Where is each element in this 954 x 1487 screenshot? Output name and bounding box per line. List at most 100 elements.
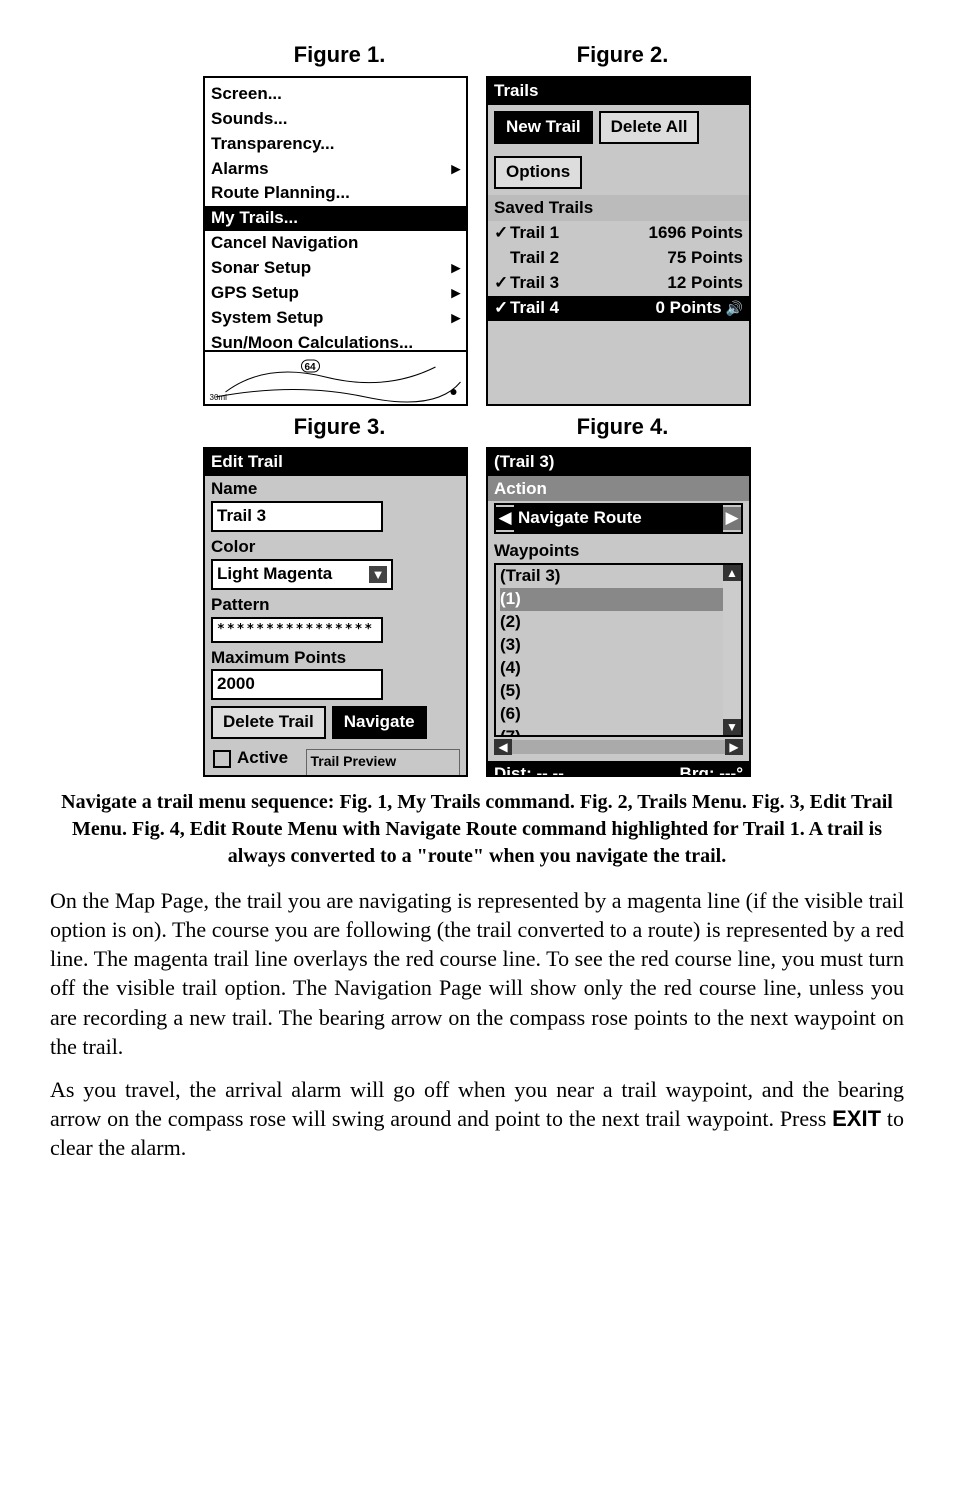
scroll-right-icon: ▶ bbox=[725, 739, 743, 755]
figure1-label: Figure 1. bbox=[207, 40, 472, 70]
menu-item-label: System Setup bbox=[211, 307, 323, 330]
waypoints-label: Waypoints bbox=[488, 538, 749, 563]
visible-checkbox-row[interactable]: Visible bbox=[205, 772, 300, 777]
menu-item[interactable]: Screen... bbox=[205, 82, 466, 107]
submenu-arrow-icon: ▸ bbox=[451, 158, 460, 181]
horizontal-scrollbar[interactable]: ◀ ▶ bbox=[494, 739, 743, 755]
route-status-bar: Dist: --.-- Brg: ---° bbox=[488, 761, 749, 777]
trail-preview-box: Trail Preview bbox=[306, 749, 461, 777]
pattern-field[interactable]: **************** bbox=[211, 617, 383, 643]
waypoint-item[interactable]: (4) bbox=[500, 657, 741, 680]
menu-item-label: Cancel Navigation bbox=[211, 232, 358, 255]
menu-item[interactable]: Alarms ▸ bbox=[205, 157, 466, 182]
waypoint-list-box: (Trail 3)(1)(2)(3)(4)(5)(6)(7)(8)(9) ▲ ▼ bbox=[494, 563, 743, 737]
menu-item-label: Sonar Setup bbox=[211, 257, 311, 280]
scroll-track bbox=[512, 740, 725, 754]
checkbox-checked-icon bbox=[213, 777, 231, 778]
new-trail-button[interactable]: New Trail bbox=[494, 111, 593, 144]
trail-points: 12 Points bbox=[667, 272, 743, 295]
menu-item-label: My Trails... bbox=[211, 207, 298, 230]
name-value: Trail 3 bbox=[217, 505, 266, 528]
chevron-left-icon: ◀ bbox=[496, 507, 514, 530]
waypoint-item[interactable]: (3) bbox=[500, 634, 741, 657]
edit-trail-title: Edit Trail bbox=[205, 449, 466, 476]
body-paragraph-2: As you travel, the arrival alarm will go… bbox=[50, 1075, 904, 1162]
scroll-left-icon: ◀ bbox=[494, 739, 512, 755]
checkbox-unchecked-icon bbox=[213, 750, 231, 768]
check-icon: ✓ bbox=[494, 222, 510, 245]
route-title: (Trail 3) bbox=[488, 449, 749, 476]
delete-all-button[interactable]: Delete All bbox=[599, 111, 700, 144]
color-label: Color bbox=[205, 534, 466, 559]
waypoint-item[interactable]: (1) bbox=[500, 588, 741, 611]
figure1-panel: Screen...Sounds...Transparency...Alarms ▸… bbox=[203, 76, 468, 406]
max-points-value: 2000 bbox=[217, 673, 255, 696]
trail-name: Trail 3 bbox=[510, 272, 667, 295]
action-select[interactable]: ◀ Navigate Route ▶ bbox=[494, 503, 743, 534]
waypoint-item[interactable]: (2) bbox=[500, 611, 741, 634]
vertical-scrollbar[interactable]: ▲ ▼ bbox=[723, 565, 741, 735]
trail-name: Trail 4 bbox=[510, 297, 655, 320]
menu-item-label: Screen... bbox=[211, 83, 282, 106]
trail-row[interactable]: ✓Trail 40 Points🔊 bbox=[488, 296, 749, 321]
trail-row[interactable]: Trail 275 Points bbox=[488, 246, 749, 271]
menu-item[interactable]: System Setup ▸ bbox=[205, 306, 466, 331]
menu-item-label: GPS Setup bbox=[211, 282, 299, 305]
bearing-readout: Brg: ---° bbox=[680, 763, 743, 777]
check-icon: ✓ bbox=[494, 272, 510, 295]
saved-trail-list: ✓Trail 11696 PointsTrail 275 Points✓Trai… bbox=[488, 221, 749, 321]
pattern-label: Pattern bbox=[205, 592, 466, 617]
check-icon: ✓ bbox=[494, 297, 510, 320]
color-select[interactable]: Light Magenta▼ bbox=[211, 559, 393, 590]
active-label: Active bbox=[237, 747, 288, 770]
navigate-button[interactable]: Navigate bbox=[332, 706, 427, 739]
trails-title: Trails bbox=[488, 78, 749, 105]
submenu-arrow-icon: ▸ bbox=[451, 257, 460, 280]
menu-item[interactable]: GPS Setup▸ bbox=[205, 281, 466, 306]
trail-preview-label: Trail Preview bbox=[311, 752, 456, 771]
speaker-icon: 🔊 bbox=[726, 299, 743, 318]
menu-item-label: Alarms bbox=[211, 158, 269, 181]
menu-item-label: Transparency... bbox=[211, 133, 334, 156]
max-points-label: Maximum Points bbox=[205, 645, 466, 670]
menu-item[interactable]: Sounds... bbox=[205, 107, 466, 132]
visible-label: Visible bbox=[237, 774, 292, 777]
active-checkbox-row[interactable]: Active bbox=[205, 745, 300, 772]
name-label: Name bbox=[205, 476, 466, 501]
figure3-label: Figure 3. bbox=[207, 412, 472, 442]
menu-item-label: Sounds... bbox=[211, 108, 288, 131]
menu-item[interactable]: My Trails... bbox=[205, 206, 466, 231]
name-field[interactable]: Trail 3 bbox=[211, 501, 383, 532]
waypoint-list-header: (Trail 3) bbox=[500, 565, 741, 588]
dist-readout: Dist: --.-- bbox=[494, 763, 564, 777]
saved-trails-label: Saved Trails bbox=[488, 195, 749, 222]
action-value: Navigate Route bbox=[514, 505, 723, 532]
waypoint-item[interactable]: (7) bbox=[500, 726, 741, 737]
scroll-up-icon: ▲ bbox=[723, 565, 741, 581]
menu-item[interactable]: Cancel Navigation bbox=[205, 231, 466, 256]
waypoint-list[interactable]: (Trail 3)(1)(2)(3)(4)(5)(6)(7)(8)(9) bbox=[496, 565, 741, 737]
trail-points: 75 Points bbox=[667, 247, 743, 270]
figure4-label: Figure 4. bbox=[490, 412, 755, 442]
chevron-down-icon: ▼ bbox=[369, 566, 387, 584]
delete-trail-button[interactable]: Delete Trail bbox=[211, 706, 326, 739]
trail-row[interactable]: ✓Trail 11696 Points bbox=[488, 221, 749, 246]
trail-points: 1696 Points bbox=[649, 222, 744, 245]
exit-key-label: EXIT bbox=[832, 1106, 881, 1131]
pattern-value: **************** bbox=[217, 621, 374, 639]
para2-part-a: As you travel, the arrival alarm will go… bbox=[50, 1077, 904, 1131]
waypoint-item[interactable]: (6) bbox=[500, 703, 741, 726]
options-button[interactable]: Options bbox=[494, 156, 582, 189]
map-thumbnail: 30mi 64 bbox=[205, 350, 466, 404]
max-points-field[interactable]: 2000 bbox=[211, 669, 383, 700]
menu-item[interactable]: Route Planning... bbox=[205, 181, 466, 206]
menu-item[interactable]: Sonar Setup ▸ bbox=[205, 256, 466, 281]
trail-name: Trail 2 bbox=[510, 247, 667, 270]
chevron-right-icon: ▶ bbox=[723, 507, 741, 530]
trail-row[interactable]: ✓Trail 312 Points bbox=[488, 271, 749, 296]
map-scale-label: 30mi bbox=[210, 393, 228, 402]
waypoint-item[interactable]: (5) bbox=[500, 680, 741, 703]
scroll-down-icon: ▼ bbox=[723, 719, 741, 735]
submenu-arrow-icon: ▸ bbox=[451, 307, 460, 330]
menu-item[interactable]: Transparency... bbox=[205, 132, 466, 157]
